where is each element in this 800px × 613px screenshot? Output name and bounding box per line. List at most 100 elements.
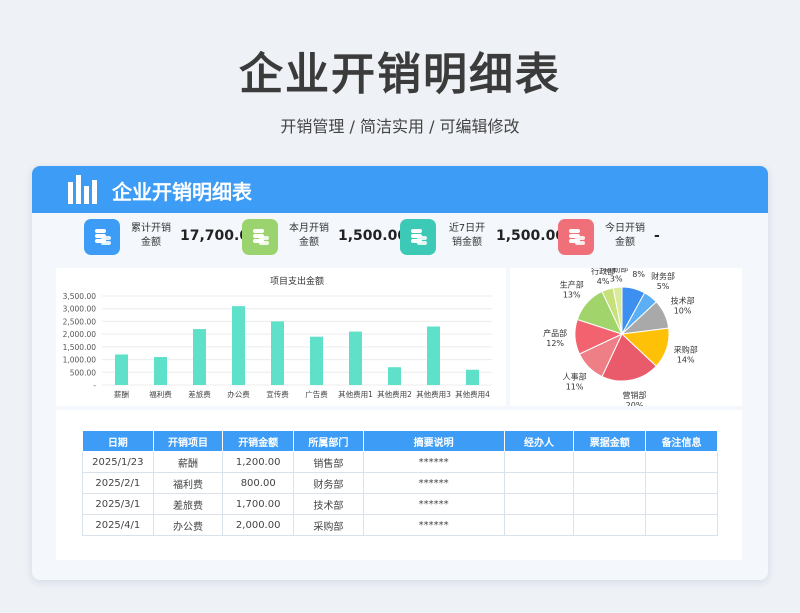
bar-chart: 项目支出金额 - 500.00 1,000.00 1,500.00 2,000.00 2,5… [63, 275, 492, 399]
table-cell[interactable] [503, 451, 575, 473]
kpi-row: 累计开销金额 17,700.00 本月开销金额 1,500.00 近7日开销金额… [32, 213, 768, 263]
table-cell[interactable]: 财务部 [292, 472, 364, 494]
page-title: 企业开销明细表 [239, 49, 561, 100]
kpi-total: 累计开销金额 17,700.00 [84, 219, 259, 255]
col-header: 开销项目 [152, 430, 224, 452]
pie-percent: 5% [657, 282, 670, 291]
bar [154, 357, 167, 385]
kpi-value: 1,500.00 [338, 228, 408, 244]
pie-chart: 销售部8% 财务部5%技术部10% 采购部14% 营销部20% 人事部11% 产品部12%… [543, 259, 698, 410]
x-tick-label: 办公费 [227, 389, 250, 399]
table-cell[interactable]: 2025/2/1 [82, 472, 154, 494]
coins-icon [558, 219, 594, 255]
table-cell[interactable] [645, 472, 718, 494]
table-cell[interactable]: 办公费 [152, 514, 224, 536]
table-row: 2025/1/23 薪酬 1,200.00 销售部 ****** [82, 451, 718, 473]
pie-percent: 3% [610, 274, 623, 283]
table-cell[interactable] [573, 514, 647, 536]
table-cell[interactable] [503, 514, 575, 536]
expense-table: 日期 开销项目 开销金额 所属部门 摘要说明 经办人 票据金额 备注信息 202… [82, 430, 718, 536]
table-cell[interactable]: 采购部 [292, 514, 364, 536]
col-header: 经办人 [503, 430, 575, 452]
card-header: 企业开销明细表 [32, 166, 768, 213]
pie-label: 销售部 [627, 268, 651, 269]
table-cell[interactable]: ****** [362, 514, 505, 536]
y-tick-label: 2,500.00 [63, 317, 97, 326]
x-tick-label: 其他费用2 [377, 389, 412, 399]
table-cell[interactable]: ****** [362, 451, 505, 473]
card-title: 企业开销明细表 [112, 180, 252, 204]
col-header: 所属部门 [292, 430, 364, 452]
table-cell[interactable]: 技术部 [292, 493, 364, 515]
table-cell[interactable] [573, 451, 647, 473]
table-cell[interactable] [503, 472, 575, 494]
table-cell[interactable]: 差旅费 [152, 493, 224, 515]
pie-percent: 8% [632, 270, 645, 279]
kpi-label: 近7日开销金额 [448, 223, 486, 248]
coins-icon [84, 219, 120, 255]
table-cell[interactable] [645, 514, 718, 536]
bar-chart-title: 项目支出金额 [270, 275, 324, 287]
x-tick-label: 其他费用1 [338, 389, 373, 399]
bar-chart-icon [68, 175, 97, 204]
x-tick-label: 广告费 [305, 389, 328, 399]
bar [310, 336, 323, 385]
pie-percent: 10% [674, 306, 692, 315]
table-cell[interactable]: 800.00 [222, 472, 294, 494]
col-header: 摘要说明 [362, 430, 505, 452]
table-cell[interactable]: 2,000.00 [222, 514, 294, 536]
bar-chart-panel: 项目支出金额 - 500.00 1,000.00 1,500.00 2,000.00 2,5… [56, 268, 506, 406]
table-header-row: 日期 开销项目 开销金额 所属部门 摘要说明 经办人 票据金额 备注信息 [82, 430, 718, 452]
x-tick-label: 差旅费 [188, 389, 211, 399]
table-row: 2025/4/1 办公费 2,000.00 采购部 ****** [82, 514, 718, 536]
table-cell[interactable] [573, 493, 647, 515]
pie-percent: 13% [563, 291, 581, 300]
pie-label: 采购部 [674, 345, 698, 355]
coins-icon [242, 219, 278, 255]
table-cell[interactable]: 销售部 [292, 451, 364, 473]
kpi-value: - [654, 228, 660, 244]
kpi-label: 累计开销金额 [131, 223, 171, 248]
pie-chart-panel: 销售部8% 财务部5%技术部10% 采购部14% 营销部20% 人事部11% 产品部12%… [510, 259, 742, 410]
table-cell[interactable]: 福利费 [152, 472, 224, 494]
pie-label: 技术部 [671, 295, 695, 305]
y-tick-label: 500.00 [70, 368, 96, 377]
kpi-value: 1,500.00 [496, 228, 566, 244]
col-header: 票据金额 [573, 430, 647, 452]
table-row: 2025/3/1 差旅费 1,700.00 技术部 ****** [82, 493, 718, 515]
table-cell[interactable]: 2025/1/23 [82, 451, 154, 473]
table-cell[interactable] [503, 493, 575, 515]
pie-percent: 14% [677, 356, 695, 365]
table-cell[interactable] [645, 451, 718, 473]
y-tick-label: 3,500.00 [63, 292, 97, 301]
bar [271, 321, 284, 385]
table-cell[interactable]: ****** [362, 472, 505, 494]
pie-label: 营销部 [623, 390, 647, 400]
table-cell[interactable]: 2025/3/1 [82, 493, 154, 515]
kpi-7days: 近7日开销金额 1,500.00 [400, 219, 565, 255]
x-tick-label: 其他费用4 [455, 389, 490, 399]
pie-label: 人事部 [563, 371, 587, 381]
bar [349, 331, 362, 385]
table-cell[interactable] [573, 472, 647, 494]
pie-percent: 4% [597, 277, 610, 286]
x-tick-label: 宣传费 [266, 389, 289, 399]
table-cell[interactable]: ****** [362, 493, 505, 515]
bar [115, 354, 128, 385]
x-tick-label: 福利费 [149, 389, 172, 399]
pie-label: 后勤部 [604, 268, 628, 273]
table-cell[interactable]: 2025/4/1 [82, 514, 154, 536]
table-cell[interactable]: 薪酬 [152, 451, 224, 473]
table-cell[interactable]: 1,200.00 [222, 451, 294, 473]
pie-percent: 11% [566, 382, 584, 391]
kpi-today: 今日开销金额 - [558, 219, 718, 255]
coins-icon [400, 219, 436, 255]
y-tick-label: 2,000.00 [63, 330, 97, 339]
bar [427, 326, 440, 385]
x-tick-label: 薪酬 [114, 389, 129, 399]
pie-label: 产品部 [543, 328, 567, 338]
table-cell[interactable]: 1,700.00 [222, 493, 294, 515]
table-cell[interactable] [645, 493, 718, 515]
dashboard-card: 企业开销明细表 累计开销金额 17,700.00 本月开销金额 1,500.00… [32, 166, 768, 580]
x-tick-label: 其他费用3 [416, 389, 451, 399]
